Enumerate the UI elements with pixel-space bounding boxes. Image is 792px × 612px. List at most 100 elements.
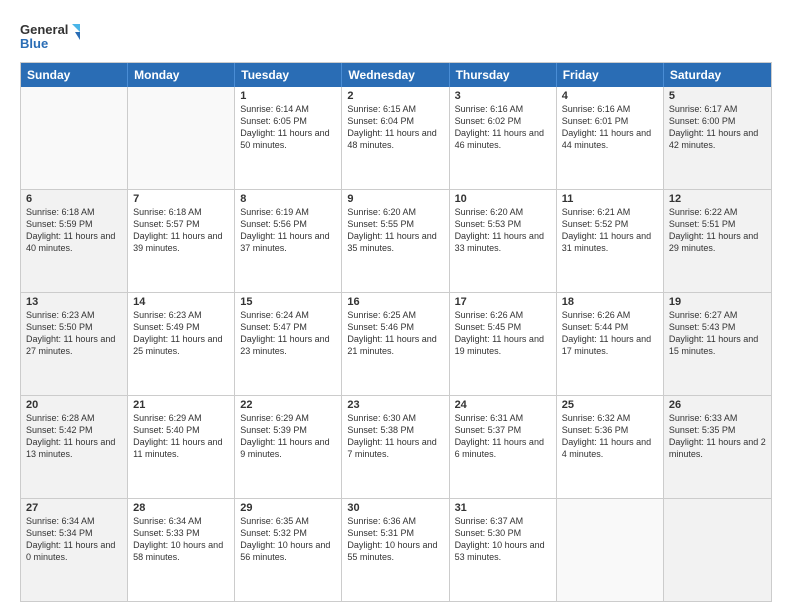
calendar-cell: 5Sunrise: 6:17 AM Sunset: 6:00 PM Daylig… bbox=[664, 87, 771, 189]
day-info: Sunrise: 6:34 AM Sunset: 5:33 PM Dayligh… bbox=[133, 515, 229, 564]
calendar-cell: 11Sunrise: 6:21 AM Sunset: 5:52 PM Dayli… bbox=[557, 190, 664, 292]
day-info: Sunrise: 6:31 AM Sunset: 5:37 PM Dayligh… bbox=[455, 412, 551, 461]
day-info: Sunrise: 6:24 AM Sunset: 5:47 PM Dayligh… bbox=[240, 309, 336, 358]
day-info: Sunrise: 6:14 AM Sunset: 6:05 PM Dayligh… bbox=[240, 103, 336, 152]
calendar-row: 1Sunrise: 6:14 AM Sunset: 6:05 PM Daylig… bbox=[21, 87, 771, 189]
day-info: Sunrise: 6:17 AM Sunset: 6:00 PM Dayligh… bbox=[669, 103, 766, 152]
calendar-row: 27Sunrise: 6:34 AM Sunset: 5:34 PM Dayli… bbox=[21, 498, 771, 601]
calendar-cell bbox=[664, 499, 771, 601]
calendar-cell: 30Sunrise: 6:36 AM Sunset: 5:31 PM Dayli… bbox=[342, 499, 449, 601]
calendar-row: 20Sunrise: 6:28 AM Sunset: 5:42 PM Dayli… bbox=[21, 395, 771, 498]
calendar-cell: 26Sunrise: 6:33 AM Sunset: 5:35 PM Dayli… bbox=[664, 396, 771, 498]
weekday-header: Sunday bbox=[21, 63, 128, 87]
calendar-cell: 1Sunrise: 6:14 AM Sunset: 6:05 PM Daylig… bbox=[235, 87, 342, 189]
day-number: 20 bbox=[26, 399, 122, 411]
day-number: 11 bbox=[562, 193, 658, 205]
day-number: 1 bbox=[240, 90, 336, 102]
day-number: 10 bbox=[455, 193, 551, 205]
weekday-header: Monday bbox=[128, 63, 235, 87]
calendar-cell: 24Sunrise: 6:31 AM Sunset: 5:37 PM Dayli… bbox=[450, 396, 557, 498]
day-number: 9 bbox=[347, 193, 443, 205]
day-info: Sunrise: 6:34 AM Sunset: 5:34 PM Dayligh… bbox=[26, 515, 122, 564]
calendar-cell: 16Sunrise: 6:25 AM Sunset: 5:46 PM Dayli… bbox=[342, 293, 449, 395]
calendar-cell: 3Sunrise: 6:16 AM Sunset: 6:02 PM Daylig… bbox=[450, 87, 557, 189]
weekday-header: Saturday bbox=[664, 63, 771, 87]
calendar-cell: 2Sunrise: 6:15 AM Sunset: 6:04 PM Daylig… bbox=[342, 87, 449, 189]
day-number: 7 bbox=[133, 193, 229, 205]
day-number: 13 bbox=[26, 296, 122, 308]
day-info: Sunrise: 6:23 AM Sunset: 5:50 PM Dayligh… bbox=[26, 309, 122, 358]
calendar-cell: 22Sunrise: 6:29 AM Sunset: 5:39 PM Dayli… bbox=[235, 396, 342, 498]
day-info: Sunrise: 6:30 AM Sunset: 5:38 PM Dayligh… bbox=[347, 412, 443, 461]
day-number: 31 bbox=[455, 502, 551, 514]
calendar: SundayMondayTuesdayWednesdayThursdayFrid… bbox=[20, 62, 772, 602]
calendar-cell: 18Sunrise: 6:26 AM Sunset: 5:44 PM Dayli… bbox=[557, 293, 664, 395]
day-info: Sunrise: 6:26 AM Sunset: 5:45 PM Dayligh… bbox=[455, 309, 551, 358]
day-info: Sunrise: 6:29 AM Sunset: 5:39 PM Dayligh… bbox=[240, 412, 336, 461]
calendar-cell: 14Sunrise: 6:23 AM Sunset: 5:49 PM Dayli… bbox=[128, 293, 235, 395]
day-info: Sunrise: 6:22 AM Sunset: 5:51 PM Dayligh… bbox=[669, 206, 766, 255]
calendar-cell: 10Sunrise: 6:20 AM Sunset: 5:53 PM Dayli… bbox=[450, 190, 557, 292]
calendar-cell: 12Sunrise: 6:22 AM Sunset: 5:51 PM Dayli… bbox=[664, 190, 771, 292]
calendar-cell: 23Sunrise: 6:30 AM Sunset: 5:38 PM Dayli… bbox=[342, 396, 449, 498]
calendar-cell: 21Sunrise: 6:29 AM Sunset: 5:40 PM Dayli… bbox=[128, 396, 235, 498]
day-info: Sunrise: 6:37 AM Sunset: 5:30 PM Dayligh… bbox=[455, 515, 551, 564]
day-number: 22 bbox=[240, 399, 336, 411]
day-number: 18 bbox=[562, 296, 658, 308]
day-info: Sunrise: 6:36 AM Sunset: 5:31 PM Dayligh… bbox=[347, 515, 443, 564]
day-number: 6 bbox=[26, 193, 122, 205]
day-number: 8 bbox=[240, 193, 336, 205]
day-number: 5 bbox=[669, 90, 766, 102]
calendar-cell: 7Sunrise: 6:18 AM Sunset: 5:57 PM Daylig… bbox=[128, 190, 235, 292]
day-number: 17 bbox=[455, 296, 551, 308]
day-info: Sunrise: 6:18 AM Sunset: 5:57 PM Dayligh… bbox=[133, 206, 229, 255]
day-number: 3 bbox=[455, 90, 551, 102]
day-info: Sunrise: 6:29 AM Sunset: 5:40 PM Dayligh… bbox=[133, 412, 229, 461]
day-number: 25 bbox=[562, 399, 658, 411]
weekday-header: Tuesday bbox=[235, 63, 342, 87]
page: General Blue SundayMondayTuesdayWednesda… bbox=[0, 0, 792, 612]
day-info: Sunrise: 6:18 AM Sunset: 5:59 PM Dayligh… bbox=[26, 206, 122, 255]
day-number: 28 bbox=[133, 502, 229, 514]
calendar-cell bbox=[128, 87, 235, 189]
calendar-cell: 20Sunrise: 6:28 AM Sunset: 5:42 PM Dayli… bbox=[21, 396, 128, 498]
weekday-header: Friday bbox=[557, 63, 664, 87]
day-number: 4 bbox=[562, 90, 658, 102]
day-number: 23 bbox=[347, 399, 443, 411]
weekday-header: Thursday bbox=[450, 63, 557, 87]
day-info: Sunrise: 6:27 AM Sunset: 5:43 PM Dayligh… bbox=[669, 309, 766, 358]
calendar-cell bbox=[557, 499, 664, 601]
calendar-cell: 13Sunrise: 6:23 AM Sunset: 5:50 PM Dayli… bbox=[21, 293, 128, 395]
calendar-header: SundayMondayTuesdayWednesdayThursdayFrid… bbox=[21, 63, 771, 87]
calendar-cell: 27Sunrise: 6:34 AM Sunset: 5:34 PM Dayli… bbox=[21, 499, 128, 601]
calendar-cell: 15Sunrise: 6:24 AM Sunset: 5:47 PM Dayli… bbox=[235, 293, 342, 395]
day-info: Sunrise: 6:26 AM Sunset: 5:44 PM Dayligh… bbox=[562, 309, 658, 358]
svg-text:Blue: Blue bbox=[20, 36, 48, 51]
day-number: 12 bbox=[669, 193, 766, 205]
calendar-cell: 8Sunrise: 6:19 AM Sunset: 5:56 PM Daylig… bbox=[235, 190, 342, 292]
day-number: 2 bbox=[347, 90, 443, 102]
calendar-cell: 31Sunrise: 6:37 AM Sunset: 5:30 PM Dayli… bbox=[450, 499, 557, 601]
day-number: 14 bbox=[133, 296, 229, 308]
svg-text:General: General bbox=[20, 22, 68, 37]
day-info: Sunrise: 6:19 AM Sunset: 5:56 PM Dayligh… bbox=[240, 206, 336, 255]
day-number: 21 bbox=[133, 399, 229, 411]
day-info: Sunrise: 6:15 AM Sunset: 6:04 PM Dayligh… bbox=[347, 103, 443, 152]
calendar-cell bbox=[21, 87, 128, 189]
day-info: Sunrise: 6:23 AM Sunset: 5:49 PM Dayligh… bbox=[133, 309, 229, 358]
calendar-cell: 19Sunrise: 6:27 AM Sunset: 5:43 PM Dayli… bbox=[664, 293, 771, 395]
calendar-row: 6Sunrise: 6:18 AM Sunset: 5:59 PM Daylig… bbox=[21, 189, 771, 292]
day-info: Sunrise: 6:32 AM Sunset: 5:36 PM Dayligh… bbox=[562, 412, 658, 461]
day-number: 19 bbox=[669, 296, 766, 308]
day-info: Sunrise: 6:35 AM Sunset: 5:32 PM Dayligh… bbox=[240, 515, 336, 564]
calendar-cell: 29Sunrise: 6:35 AM Sunset: 5:32 PM Dayli… bbox=[235, 499, 342, 601]
calendar-cell: 4Sunrise: 6:16 AM Sunset: 6:01 PM Daylig… bbox=[557, 87, 664, 189]
calendar-cell: 28Sunrise: 6:34 AM Sunset: 5:33 PM Dayli… bbox=[128, 499, 235, 601]
weekday-header: Wednesday bbox=[342, 63, 449, 87]
day-number: 29 bbox=[240, 502, 336, 514]
day-number: 30 bbox=[347, 502, 443, 514]
day-info: Sunrise: 6:21 AM Sunset: 5:52 PM Dayligh… bbox=[562, 206, 658, 255]
calendar-row: 13Sunrise: 6:23 AM Sunset: 5:50 PM Dayli… bbox=[21, 292, 771, 395]
day-info: Sunrise: 6:33 AM Sunset: 5:35 PM Dayligh… bbox=[669, 412, 766, 461]
day-number: 15 bbox=[240, 296, 336, 308]
